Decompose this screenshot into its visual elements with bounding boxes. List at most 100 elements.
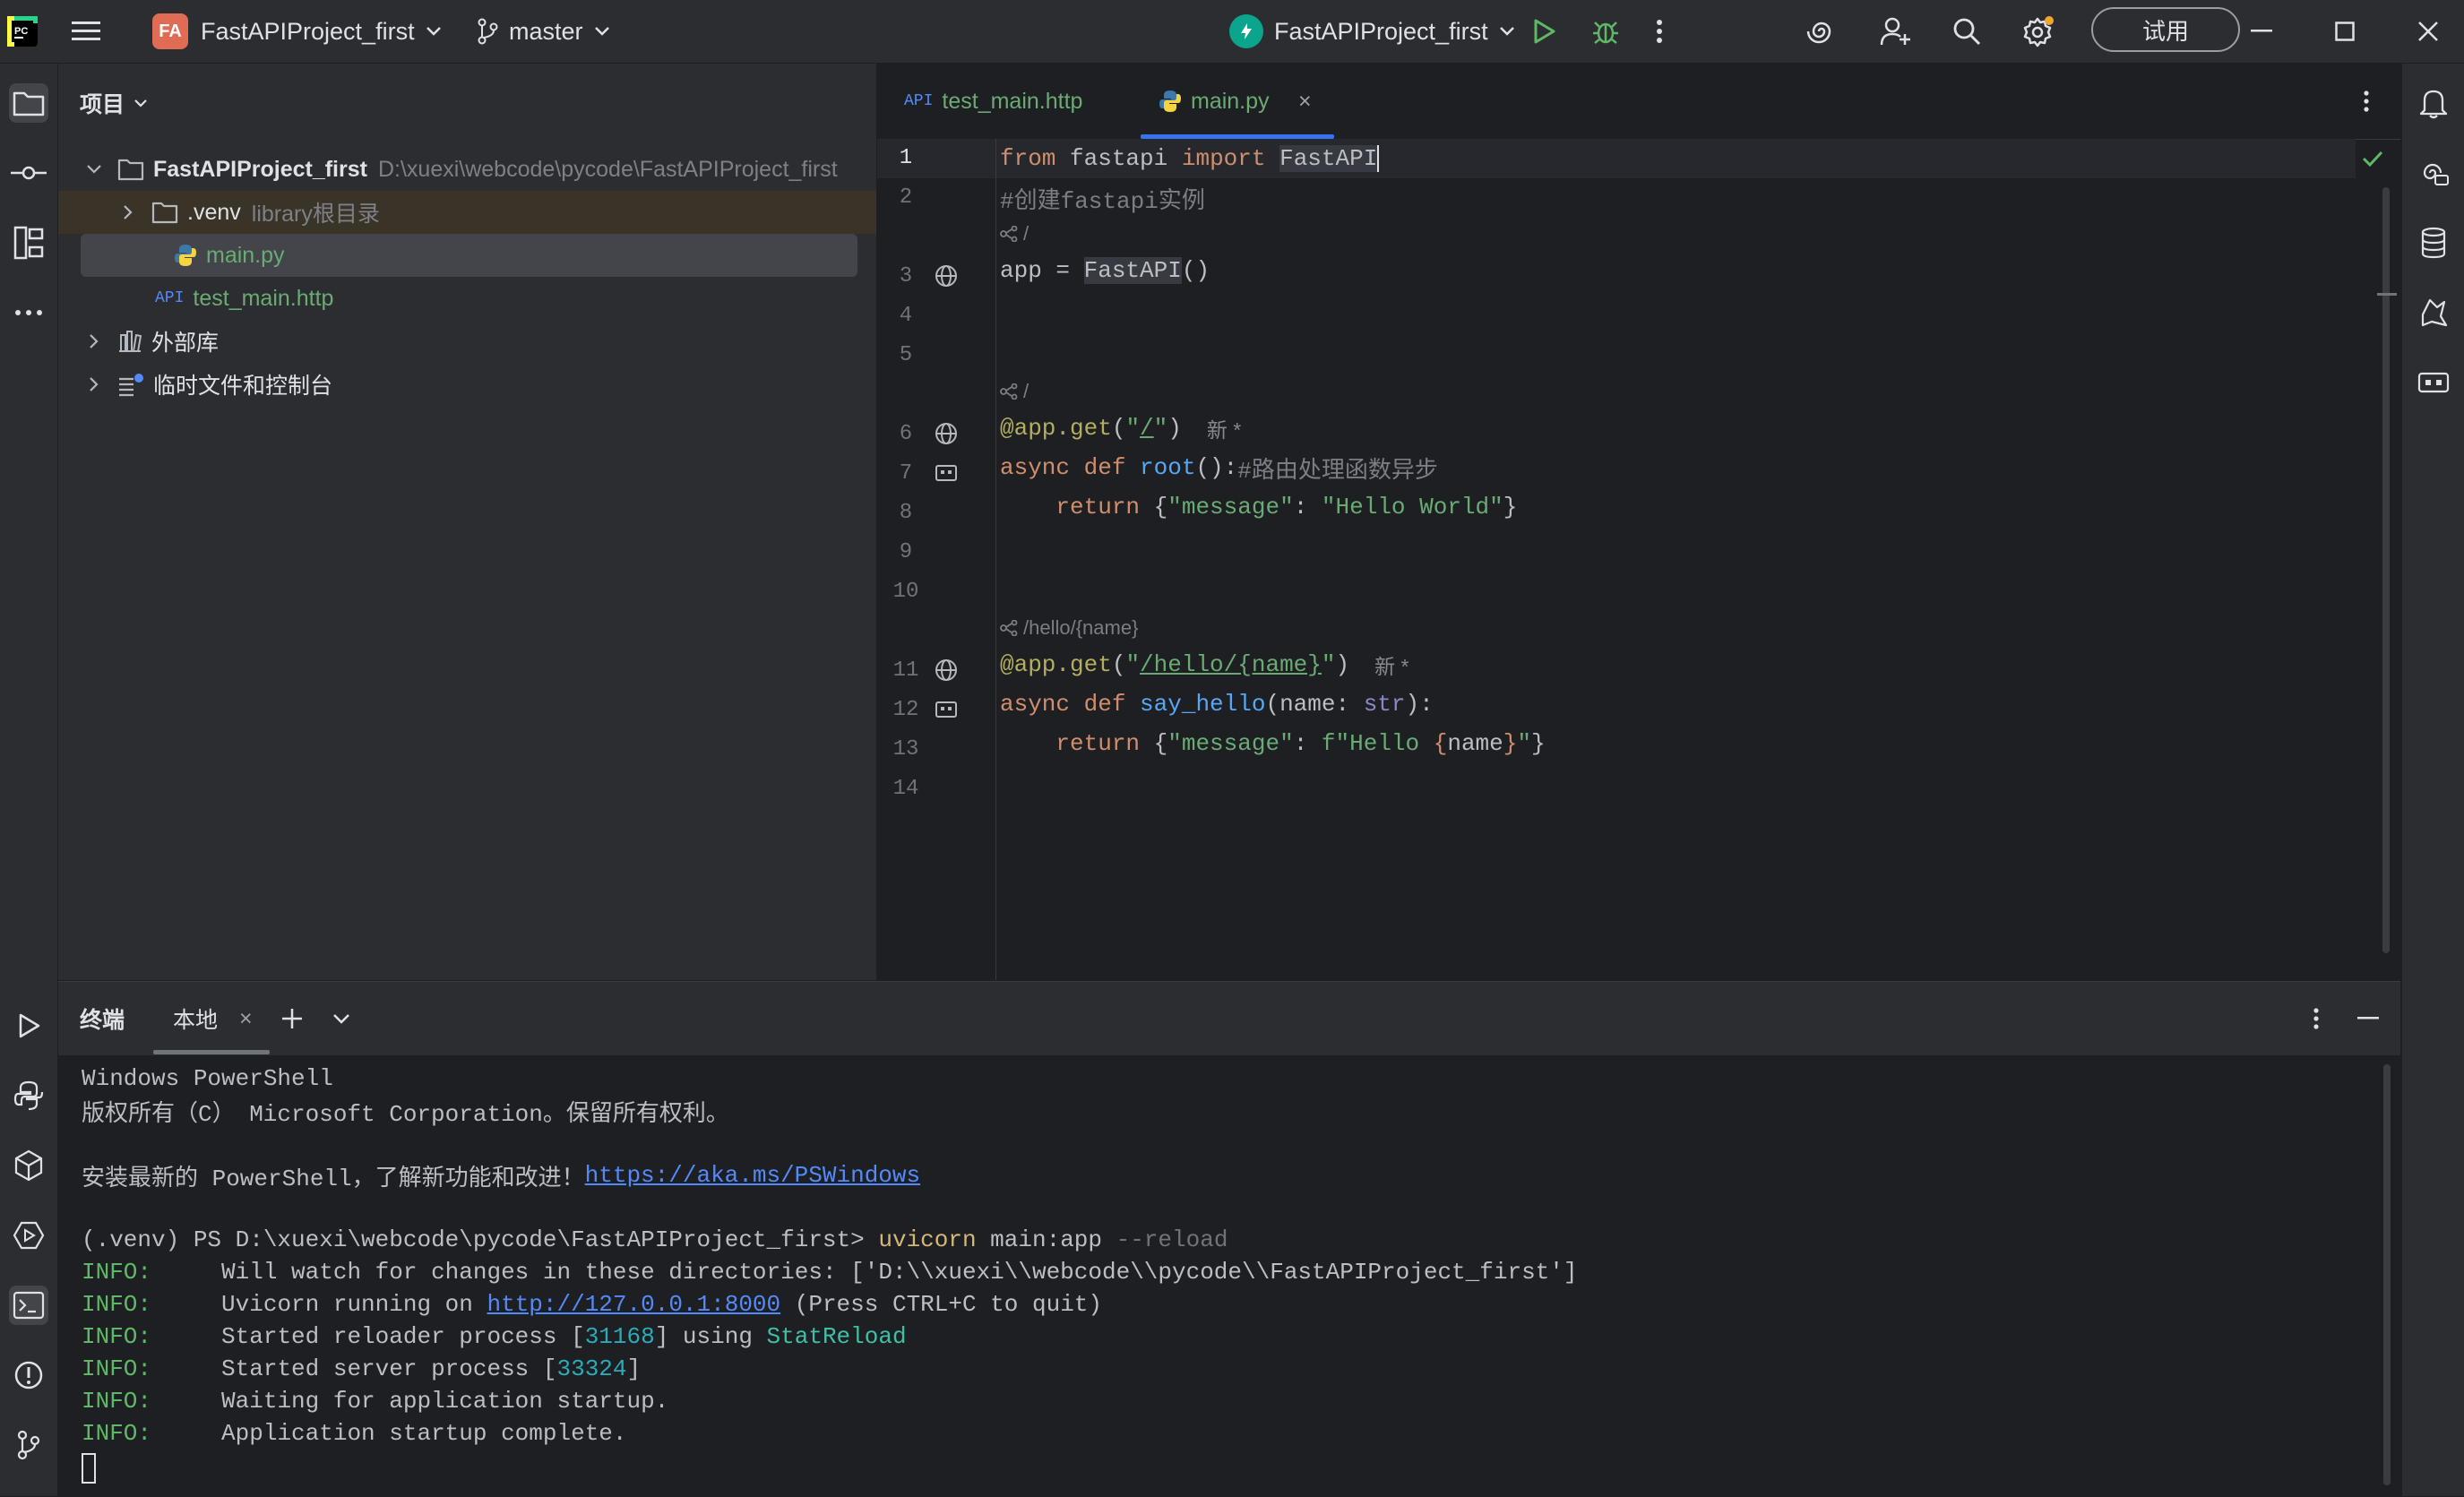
project-switcher[interactable]: FA FastAPIProject_first xyxy=(152,0,442,63)
route-hint[interactable]: /hello/{name} xyxy=(1000,612,1138,644)
more-tools-button[interactable] xyxy=(9,293,48,332)
terminal-link[interactable]: http://127.0.0.1:8000 xyxy=(487,1291,780,1318)
terminal-output[interactable]: Windows PowerShell 版权所有（C） Microsoft Cor… xyxy=(58,1055,2388,1497)
log-level: INFO: xyxy=(82,1388,152,1415)
log-level: INFO: xyxy=(82,1420,152,1447)
token-builtin: str xyxy=(1363,691,1406,718)
token-keyword: return xyxy=(1000,494,1154,521)
token-string: " xyxy=(1321,651,1336,678)
add-user-icon xyxy=(1880,17,1910,46)
hide-terminal-button[interactable] xyxy=(2357,982,2379,1055)
tree-item-test-main-http[interactable]: API test_main.http xyxy=(58,277,876,320)
python-packages-button[interactable] xyxy=(9,1146,48,1185)
add-user-button[interactable] xyxy=(1880,0,1912,63)
ai-chat-button[interactable] xyxy=(2414,153,2453,193)
tab-local[interactable]: 本地 × xyxy=(173,982,253,1055)
python-console-button[interactable] xyxy=(9,1076,48,1115)
line-number: 10 xyxy=(892,580,919,604)
endpoints-button[interactable] xyxy=(2414,363,2453,402)
more-vertical-icon xyxy=(2313,1008,2319,1029)
database-button[interactable] xyxy=(2414,223,2453,262)
folder-icon xyxy=(151,202,178,224)
tree-item-scratches[interactable]: 临时文件和控制台 xyxy=(58,363,876,406)
settings-button[interactable] xyxy=(2021,0,2055,63)
tab-label: 本地 xyxy=(173,1008,219,1033)
token-text: } xyxy=(1503,494,1518,521)
tab-label: test_main.http xyxy=(942,88,1083,114)
endpoint-icon[interactable] xyxy=(933,460,960,486)
inspection-ok-icon[interactable] xyxy=(2361,150,2384,168)
main-menu-button[interactable] xyxy=(72,0,100,63)
tree-item-external-libraries[interactable]: 外部库 xyxy=(58,320,876,363)
debug-button[interactable] xyxy=(1591,0,1620,63)
ai-chat-icon xyxy=(2423,163,2449,185)
terminal-options-button[interactable] xyxy=(2313,982,2320,1055)
services-button[interactable] xyxy=(9,1216,48,1255)
token-comment: #创建fastapi实例 xyxy=(1000,187,1205,215)
terminal-text: Started server process [ xyxy=(151,1355,557,1382)
search-button[interactable] xyxy=(1951,0,1982,63)
globe-icon[interactable] xyxy=(933,420,960,447)
tree-item-main-py[interactable]: main.py xyxy=(81,234,857,277)
chevron-down-icon xyxy=(333,1014,349,1024)
trial-button[interactable]: 试用 xyxy=(2091,7,2240,52)
warning-circle-icon xyxy=(14,1361,43,1389)
line-number: 13 xyxy=(892,737,919,761)
token-text: : xyxy=(1293,730,1322,757)
route-hint[interactable]: / xyxy=(1000,218,1029,250)
token-text: app = xyxy=(1000,257,1084,284)
folder-icon xyxy=(13,91,45,116)
commit-tool-button[interactable] xyxy=(9,153,48,193)
token-keyword: from xyxy=(1000,145,1056,172)
tab-close-button[interactable]: × xyxy=(1298,64,1312,139)
tree-item-venv[interactable]: .venv library根目录 xyxy=(58,191,876,234)
endpoint-icon[interactable] xyxy=(933,696,960,723)
token-text: (): xyxy=(1195,454,1238,481)
git-branch-icon xyxy=(17,1430,40,1460)
code-line-8: return {"message": "Hello World"} xyxy=(1000,487,1517,527)
terminal-link[interactable]: https://aka.ms/PSWindows xyxy=(585,1162,920,1189)
svg-text:PC: PC xyxy=(14,26,28,37)
run-config-selector[interactable]: FastAPIProject_first xyxy=(1229,0,1515,63)
close-window-button[interactable] xyxy=(2417,0,2439,63)
chevron-right-icon xyxy=(90,377,99,391)
more-actions-button[interactable] xyxy=(1656,0,1663,63)
chevron-down-icon xyxy=(1499,27,1514,36)
title-bar: PC FA FastAPIProject_first master FastAP… xyxy=(0,0,2464,64)
project-tool-button[interactable] xyxy=(9,83,48,123)
editor-more-button[interactable] xyxy=(2363,64,2370,139)
branch-switcher[interactable]: master xyxy=(477,0,610,63)
git-tool-button[interactable] xyxy=(9,1425,48,1465)
terminal-dropdown-button[interactable] xyxy=(332,982,350,1055)
maximize-button[interactable] xyxy=(2335,0,2355,63)
editor-scrollbar[interactable] xyxy=(2382,187,2390,953)
tab-test-main-http[interactable]: API test_main.http xyxy=(904,64,1082,139)
tree-item-project-root[interactable]: FastAPIProject_first D:\xuexi\webcode\py… xyxy=(58,148,876,191)
globe-icon[interactable] xyxy=(933,657,960,684)
terminal-scrollbar[interactable] xyxy=(2383,1064,2391,1485)
commit-icon xyxy=(11,166,47,180)
route-hint[interactable]: / xyxy=(1000,375,1029,408)
terminal-text: ] using xyxy=(654,1323,767,1350)
new-terminal-button[interactable] xyxy=(280,982,304,1055)
line-number: 3 xyxy=(899,264,913,288)
minimize-button[interactable] xyxy=(2251,0,2272,63)
terminal-text: ] xyxy=(626,1355,642,1382)
problems-tool-button[interactable] xyxy=(9,1355,48,1395)
line-number: 14 xyxy=(892,777,919,801)
sciview-button[interactable] xyxy=(2414,293,2453,332)
run-button[interactable] xyxy=(1530,0,1557,63)
tab-close-button[interactable]: × xyxy=(239,1006,253,1032)
globe-icon[interactable] xyxy=(933,262,960,289)
terminal-tool-button[interactable] xyxy=(9,1286,48,1325)
token-keyword: import xyxy=(1181,145,1266,172)
ai-assistant-button[interactable] xyxy=(1806,0,1837,63)
run-tool-button[interactable] xyxy=(9,1006,48,1045)
run-icon xyxy=(19,1013,40,1038)
notifications-button[interactable] xyxy=(2414,83,2453,123)
gear-icon xyxy=(2023,16,2054,47)
project-panel: 项目 FastAPIProject_first D:\xuexi\webcode… xyxy=(58,64,877,980)
project-panel-header[interactable]: 项目 xyxy=(80,87,148,119)
structure-tool-button[interactable] xyxy=(9,223,48,262)
line-number: 9 xyxy=(899,540,913,564)
